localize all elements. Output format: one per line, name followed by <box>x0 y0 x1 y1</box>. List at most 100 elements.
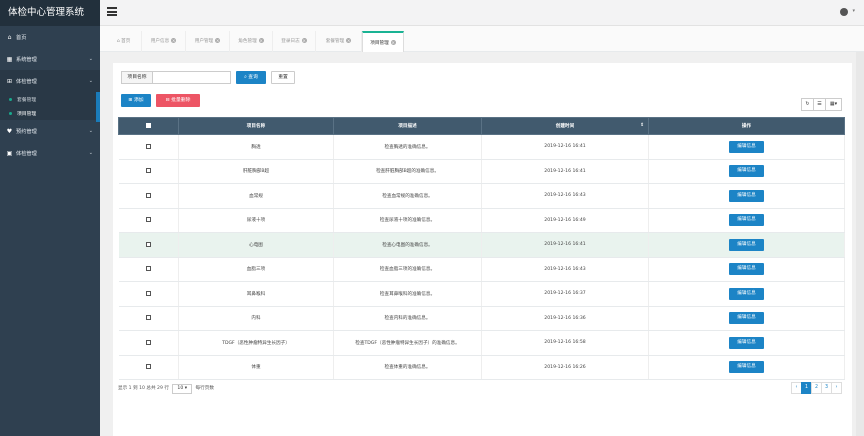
edit-button[interactable]: 编辑信息 <box>729 263 764 276</box>
tab-label: 项目管理 <box>370 41 389 46</box>
bullet-icon <box>9 111 12 115</box>
row-checkbox[interactable] <box>145 143 151 149</box>
table-toolbar: ↻ ☰ ▦▾ <box>801 98 842 111</box>
row-checkbox[interactable] <box>145 266 151 272</box>
edit-button[interactable]: 编辑信息 <box>729 165 764 178</box>
query-button[interactable]: ⌕ 查询 <box>236 71 266 84</box>
row-checkbox-cell <box>118 208 179 233</box>
table-row[interactable]: TDGF（恶性肿瘤特异生长因子） 检查TDGF（恶性肿瘤特异生长因子）的准确信息。… <box>118 330 845 356</box>
sidebar-subitem-0[interactable]: 套餐管理 <box>0 92 100 106</box>
row-checkbox[interactable] <box>145 364 151 370</box>
table-row[interactable]: 血脂三项 检查血脂三项的准确信息。 2019-12-16 16:43 编辑信息 <box>118 257 845 282</box>
add-button[interactable]: ⊞ 添加 <box>121 94 151 107</box>
row-checkbox[interactable] <box>145 168 151 174</box>
table-row[interactable]: 尿液十项 检查尿液十项的准确信息。 2019-12-16 16:49 编辑信息 <box>118 208 845 233</box>
menu-toggle-icon[interactable] <box>107 7 117 16</box>
close-icon[interactable]: × <box>301 38 307 43</box>
sidebar-subitem-1[interactable]: 项目管理 <box>0 106 100 120</box>
tab-1[interactable]: 用户信息 × <box>142 31 186 52</box>
reset-button[interactable]: 重置 <box>271 71 295 84</box>
batch-delete-button[interactable]: ⊟ 批量删除 <box>156 94 200 107</box>
row-checkbox[interactable] <box>145 192 151 198</box>
tab-label: 登录日志 <box>281 39 300 44</box>
chevron-down-icon: ⌄ <box>88 56 93 62</box>
cell-name: 体重 <box>178 355 334 380</box>
table-row[interactable]: 内科 检查内科的准确信息。 2019-12-16 16:36 编辑信息 <box>118 306 845 331</box>
row-checkbox[interactable] <box>145 315 151 321</box>
tab-3[interactable]: 角色管理 × <box>230 31 273 52</box>
row-checkbox-cell <box>118 257 179 282</box>
cell-actions: 编辑信息 <box>648 355 845 380</box>
cell-time: 2019-12-16 16:41 <box>481 232 649 258</box>
tab-6[interactable]: 项目管理 × <box>362 31 404 52</box>
close-icon[interactable]: × <box>215 38 221 43</box>
tab-5[interactable]: 套餐管理 × <box>316 31 362 52</box>
user-icon[interactable] <box>840 8 848 16</box>
cell-name: 尿液十项 <box>178 208 334 233</box>
row-checkbox-cell <box>118 330 179 356</box>
columns-icon[interactable]: ▦▾ <box>825 98 842 111</box>
tab-4[interactable]: 登录日志 × <box>273 31 316 52</box>
edit-button[interactable]: 编辑信息 <box>729 361 764 374</box>
tab-2[interactable]: 用户管理 × <box>186 31 230 52</box>
sort-icon[interactable]: ⇕ <box>640 123 644 128</box>
sidebar-item-1[interactable]: ▦ 系统管理 ⌄ <box>0 48 100 70</box>
edit-button[interactable]: 编辑信息 <box>729 140 764 153</box>
app-title: 体检中心管理系统 <box>0 0 100 26</box>
close-icon[interactable]: × <box>346 38 352 43</box>
cell-actions: 编辑信息 <box>648 134 845 160</box>
row-checkbox-cell <box>118 159 179 184</box>
cell-time: 2019-12-16 16:36 <box>481 306 649 331</box>
sidebar-item-0[interactable]: ⌂ 首页 <box>0 26 100 48</box>
sidebar-item-label: 首页 <box>16 34 27 41</box>
tabs-bar: ⌂ 首页 用户信息 × 用户管理 × 角色管理 × 登录日志 × 套餐管理 × 项目管理 × <box>100 26 864 52</box>
search-label: 项目名称 <box>121 71 153 84</box>
close-icon[interactable]: × <box>390 40 396 45</box>
tab-0[interactable]: ⌂ 首页 <box>106 31 142 52</box>
table-row[interactable]: 血常规 检查血常规的准确信息。 2019-12-16 16:43 编辑信息 <box>118 183 845 209</box>
close-icon[interactable]: × <box>258 38 264 43</box>
sidebar-item-label: 系统管理 <box>16 56 37 63</box>
plus-icon: ⊞ <box>128 98 133 103</box>
cell-time: 2019-12-16 16:49 <box>481 208 649 233</box>
cell-desc: 检查血常规的准确信息。 <box>333 183 482 209</box>
row-checkbox[interactable] <box>145 217 151 223</box>
table-icon: ▦ <box>6 55 13 63</box>
chevron-down-icon: ⌄ <box>88 128 93 134</box>
table-row[interactable]: 胸透 检查胸透的准确信息。 2019-12-16 16:41 编辑信息 <box>118 134 845 160</box>
row-checkbox[interactable] <box>145 290 151 296</box>
row-checkbox[interactable] <box>145 339 151 345</box>
sidebar-item-2[interactable]: ⊞ 体检管理 ⌄ <box>0 70 100 92</box>
table-row[interactable]: 耳鼻喉科 检查耳鼻喉科的准确信息。 2019-12-16 16:37 编辑信息 <box>118 281 845 307</box>
query-label: 查询 <box>248 75 258 80</box>
edit-button[interactable]: 编辑信息 <box>729 189 764 202</box>
sidebar-item-3[interactable]: ♥ 预约管理 ⌄ <box>0 120 100 142</box>
search-input[interactable] <box>152 71 231 84</box>
close-icon[interactable]: × <box>171 38 177 43</box>
tab-label: 用户管理 <box>194 39 214 44</box>
edit-button[interactable]: 编辑信息 <box>729 336 764 349</box>
page-size-select[interactable]: 10 ▾ <box>172 384 193 394</box>
edit-button[interactable]: 编辑信息 <box>729 312 764 325</box>
sidebar-item-4[interactable]: ▣ 体检管理 ⌄ <box>0 142 100 164</box>
cell-actions: 编辑信息 <box>648 281 845 307</box>
table-row[interactable]: 体重 检查体重的准确信息。 2019-12-16 16:26 编辑信息 <box>118 355 845 380</box>
cell-time: 2019-12-16 16:43 <box>481 257 649 282</box>
page-button[interactable]: › <box>831 382 842 394</box>
select-all-checkbox[interactable] <box>118 117 179 135</box>
edit-button[interactable]: 编辑信息 <box>729 287 764 300</box>
edit-button[interactable]: 编辑信息 <box>729 214 764 227</box>
table-header: 项目名称 项目描述 创建时间 ⇕ 操作 <box>118 117 845 135</box>
per-page-label: 每行页数 <box>195 386 214 391</box>
table-row[interactable]: 心电图 检查心电图的准确信息。 2019-12-16 16:41 编辑信息 <box>118 232 845 258</box>
chevron-down-icon[interactable]: ▾ <box>852 8 855 14</box>
sidebar-subitem-label: 项目管理 <box>17 111 37 117</box>
cell-name: 胸透 <box>178 134 334 160</box>
col-header-time[interactable]: 创建时间 ⇕ <box>481 117 649 135</box>
table-row[interactable]: 肝脏胸部B超 检查肝脏胸部B超的准确信息。 2019-12-16 16:41 编辑信息 <box>118 159 845 184</box>
cell-name: 血脂三项 <box>178 257 334 282</box>
cell-desc: 检查肝脏胸部B超的准确信息。 <box>333 159 482 184</box>
row-checkbox[interactable] <box>145 241 151 247</box>
cell-time: 2019-12-16 16:41 <box>481 134 649 160</box>
edit-button[interactable]: 编辑信息 <box>729 238 764 251</box>
